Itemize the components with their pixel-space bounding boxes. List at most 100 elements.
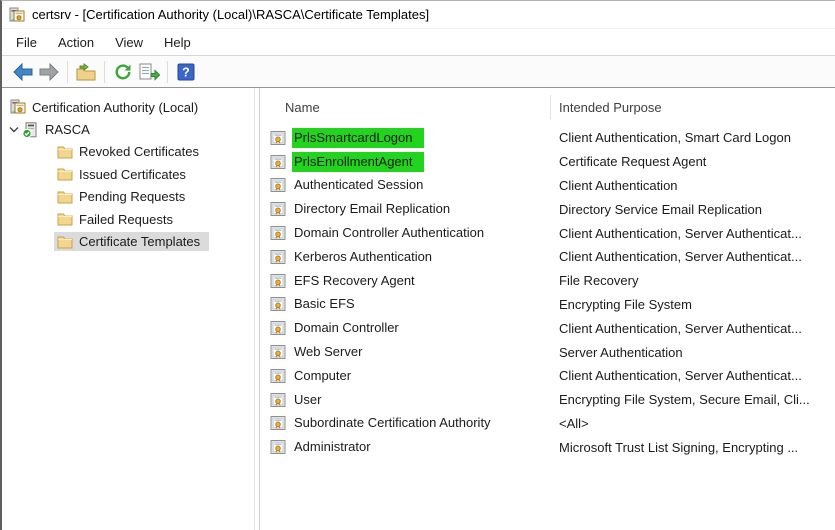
template-name-cell: Web Server <box>260 342 551 362</box>
template-name-cell: User <box>260 390 551 410</box>
column-header-intended-purpose[interactable]: Intended Purpose <box>551 100 662 115</box>
template-row[interactable]: Directory Email Replication Directory Se… <box>260 197 835 221</box>
template-name: Kerberos Authentication <box>292 247 436 267</box>
back-button[interactable] <box>10 59 36 85</box>
template-name-cell: Computer <box>260 366 551 386</box>
export-list-icon <box>139 63 160 81</box>
certificate-template-icon <box>270 415 286 431</box>
chevron-down-icon[interactable] <box>6 126 22 133</box>
template-row[interactable]: Subordinate Certification Authority <All… <box>260 412 835 436</box>
template-name: User <box>292 390 325 410</box>
certificate-template-icon <box>270 154 286 170</box>
forward-button[interactable] <box>36 59 62 85</box>
main-area: Certification Authority (Local) <box>2 88 835 530</box>
certsrv-app-icon <box>9 7 25 23</box>
template-name: Basic EFS <box>292 294 359 314</box>
refresh-icon <box>114 63 132 81</box>
tree-child-label: Pending Requests <box>79 189 185 204</box>
console-tree-pane: Certification Authority (Local) <box>2 88 254 530</box>
template-intended-purpose: Directory Service Email Replication <box>551 202 835 217</box>
tree-item-folder[interactable]: Revoked Certificates <box>2 141 254 163</box>
toolbar-separator <box>104 61 105 83</box>
menu-item[interactable]: Action <box>58 35 94 50</box>
template-intended-purpose: Client Authentication, Server Authentica… <box>551 368 835 383</box>
tree-child-label: Failed Requests <box>79 212 173 227</box>
templates-list-pane: Name Intended Purpose <box>260 88 835 530</box>
menu-item[interactable]: View <box>115 35 143 50</box>
tree-child-label: Certificate Templates <box>79 234 200 249</box>
template-name: PrlsSmartcardLogon <box>292 128 424 148</box>
tree-server-label: RASCA <box>45 122 90 137</box>
template-name: Subordinate Certification Authority <box>292 413 495 433</box>
back-arrow-icon <box>13 63 33 81</box>
template-row[interactable]: Domain Controller Client Authentication,… <box>260 316 835 340</box>
tree-root-label: Certification Authority (Local) <box>32 100 198 115</box>
template-intended-purpose: Client Authentication, Server Authentica… <box>551 226 835 241</box>
template-name-cell: Administrator <box>260 437 551 457</box>
template-name-cell: Basic EFS <box>260 294 551 314</box>
template-name-cell: Directory Email Replication <box>260 199 551 219</box>
toolbar-separator <box>167 61 168 83</box>
toolbar: ? <box>2 56 835 88</box>
tree-item-folder[interactable]: Pending Requests <box>2 186 254 208</box>
template-name: Authenticated Session <box>292 175 427 195</box>
tree-child-label: Revoked Certificates <box>79 144 199 159</box>
certificate-template-icon <box>270 344 286 360</box>
column-header-name[interactable]: Name <box>260 95 551 119</box>
template-intended-purpose: Client Authentication, Server Authentica… <box>551 249 835 264</box>
toolbar-separator <box>67 61 68 83</box>
template-intended-purpose: Client Authentication, Smart Card Logon <box>551 130 835 145</box>
template-name: PrlsEnrollmentAgent <box>292 152 424 172</box>
tree-item-folder[interactable]: Failed Requests <box>2 208 254 230</box>
help-icon: ? <box>177 63 195 81</box>
forward-arrow-icon <box>39 63 59 81</box>
template-name: Web Server <box>292 342 366 362</box>
template-row[interactable]: Web Server Server Authentication <box>260 340 835 364</box>
menu-item[interactable]: File <box>16 35 37 50</box>
template-row[interactable]: Basic EFS Encrypting File System <box>260 293 835 317</box>
template-name-cell: Authenticated Session <box>260 175 551 195</box>
certificate-template-icon <box>270 130 286 146</box>
template-intended-purpose: File Recovery <box>551 273 835 288</box>
folder-icon <box>57 190 73 204</box>
certificate-template-icon <box>270 273 286 289</box>
tree-item-rasca[interactable]: RASCA <box>2 118 254 140</box>
refresh-button[interactable] <box>110 59 136 85</box>
tree-child-label: Issued Certificates <box>79 167 186 182</box>
template-row[interactable]: Authenticated Session Client Authenticat… <box>260 174 835 198</box>
template-row[interactable]: PrlsEnrollmentAgent Certificate Request … <box>260 150 835 174</box>
certificate-template-icon <box>270 225 286 241</box>
help-button[interactable]: ? <box>173 59 199 85</box>
certificate-template-icon <box>270 249 286 265</box>
template-name: Domain Controller Authentication <box>292 223 488 243</box>
template-row[interactable]: Computer Client Authentication, Server A… <box>260 364 835 388</box>
console-tree-toggle-button[interactable] <box>73 59 99 85</box>
template-row[interactable]: PrlsSmartcardLogon Client Authentication… <box>260 126 835 150</box>
certificate-template-icon <box>270 201 286 217</box>
console-tree-folder-icon <box>76 63 96 81</box>
template-intended-purpose: Encrypting File System <box>551 297 835 312</box>
export-list-button[interactable] <box>136 59 162 85</box>
template-row[interactable]: Domain Controller Authentication Client … <box>260 221 835 245</box>
template-name: Administrator <box>292 437 375 457</box>
tree-item-folder[interactable]: Issued Certificates <box>2 163 254 185</box>
folder-icon <box>57 212 73 226</box>
tree-item-folder[interactable]: Certificate Templates <box>2 230 254 252</box>
title-bar: certsrv - [Certification Authority (Loca… <box>2 1 835 29</box>
folder-icon <box>57 167 73 181</box>
certificate-template-icon <box>270 439 286 455</box>
folder-icon <box>57 235 73 249</box>
template-name-cell: Domain Controller <box>260 318 551 338</box>
tree-item-certification-authority[interactable]: Certification Authority (Local) <box>2 96 254 118</box>
template-row[interactable]: Kerberos Authentication Client Authentic… <box>260 245 835 269</box>
template-row[interactable]: Administrator Microsoft Trust List Signi… <box>260 435 835 459</box>
template-name-cell: PrlsSmartcardLogon <box>260 128 551 148</box>
template-row[interactable]: EFS Recovery Agent File Recovery <box>260 269 835 293</box>
certificate-template-icon <box>270 177 286 193</box>
template-row[interactable]: User Encrypting File System, Secure Emai… <box>260 388 835 412</box>
template-name: EFS Recovery Agent <box>292 271 419 291</box>
menu-item[interactable]: Help <box>164 35 191 50</box>
certification-authority-icon <box>10 99 26 115</box>
template-name: Computer <box>292 366 355 386</box>
certsrv-window: certsrv - [Certification Authority (Loca… <box>0 0 835 530</box>
